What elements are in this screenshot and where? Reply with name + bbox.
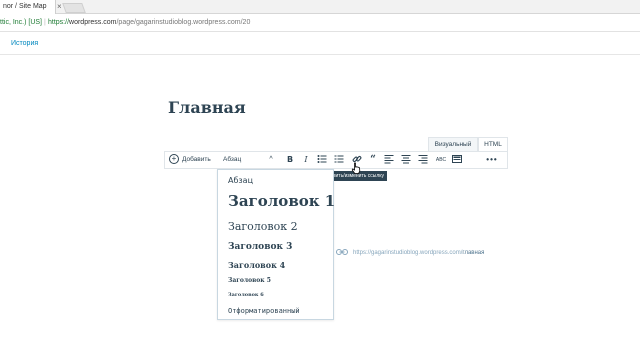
add-media-button[interactable]: + Добавить: [169, 152, 215, 168]
numbered-list-button[interactable]: [334, 152, 344, 168]
post-title[interactable]: Главная: [168, 98, 246, 117]
certificate-info[interactable]: ttic, Inc.) [US]: [0, 14, 42, 32]
format-option-heading-1[interactable]: Заголовок 1: [228, 192, 335, 210]
editor-toolbar: + Добавить Абзац ^ B I “ ABC •••: [164, 151, 508, 169]
align-left-button[interactable]: [384, 152, 394, 168]
toolbar-toggle-button[interactable]: [451, 152, 463, 168]
format-option-heading-2[interactable]: Заголовок 2: [228, 220, 298, 233]
add-label: Добавить: [182, 156, 211, 163]
history-link[interactable]: История: [11, 40, 38, 47]
chevron-up-icon[interactable]: ^: [267, 152, 275, 168]
browser-tabstrip: nor / Site Map ×: [0, 0, 640, 14]
format-option-paragraph[interactable]: Абзац: [228, 176, 253, 185]
address-bar[interactable]: ttic, Inc.) [US] | https://wordpress.com…: [0, 14, 640, 32]
plus-icon: +: [169, 154, 179, 165]
link-icon: [336, 249, 348, 255]
permalink-base: https://gagarinstudioblog.wordpress.com/: [353, 250, 463, 256]
align-left-icon: [384, 155, 394, 164]
permalink-text: https://gagarinstudioblog.wordpress.com/…: [353, 250, 484, 256]
format-option-preformatted[interactable]: Отформатированный: [228, 307, 300, 315]
spellcheck-button[interactable]: ABC: [435, 152, 447, 168]
keyboard-icon: [452, 155, 462, 164]
url-host: wordpress.com: [69, 19, 117, 26]
bullet-list-icon: [317, 155, 327, 164]
bullet-list-button[interactable]: [317, 152, 327, 168]
editor-topbar: История: [0, 33, 640, 55]
align-right-icon: [418, 155, 428, 164]
italic-button[interactable]: I: [301, 152, 311, 168]
permalink-slug: главная: [462, 250, 485, 256]
format-dropdown: Абзац Заголовок 1 Заголовок 2 Заголовок …: [217, 169, 335, 320]
url-field[interactable]: https://wordpress.com/page/gagarinstudio…: [48, 14, 250, 32]
format-option-heading-5[interactable]: Заголовок 5: [228, 277, 271, 284]
tab-visual[interactable]: Визуальный: [428, 137, 478, 152]
browser-tab[interactable]: nor / Site Map: [0, 0, 56, 14]
format-option-heading-4[interactable]: Заголовок 4: [228, 260, 285, 270]
more-options-button[interactable]: •••: [485, 152, 499, 168]
hand-cursor-icon: [351, 162, 361, 174]
tab-title: nor / Site Map: [3, 3, 47, 10]
align-center-button[interactable]: [401, 152, 411, 168]
address-separator: |: [44, 19, 46, 26]
blockquote-button[interactable]: “: [368, 152, 378, 168]
spellcheck-icon: ABC: [435, 157, 447, 163]
url-path: /page/gagarinstudioblog.wordpress.com/20: [116, 19, 251, 26]
format-option-heading-6[interactable]: Заголовок 6: [228, 292, 264, 298]
close-icon[interactable]: ×: [57, 2, 62, 12]
bold-button[interactable]: B: [285, 152, 295, 168]
new-tab-button[interactable]: [62, 3, 86, 13]
align-right-button[interactable]: [418, 152, 428, 168]
tab-html[interactable]: HTML: [478, 137, 508, 152]
align-center-icon: [401, 155, 411, 164]
format-select[interactable]: Абзац: [223, 152, 243, 168]
format-option-heading-3[interactable]: Заголовок 3: [228, 242, 292, 252]
numbered-list-icon: [334, 155, 344, 163]
url-scheme: https://: [48, 19, 70, 26]
